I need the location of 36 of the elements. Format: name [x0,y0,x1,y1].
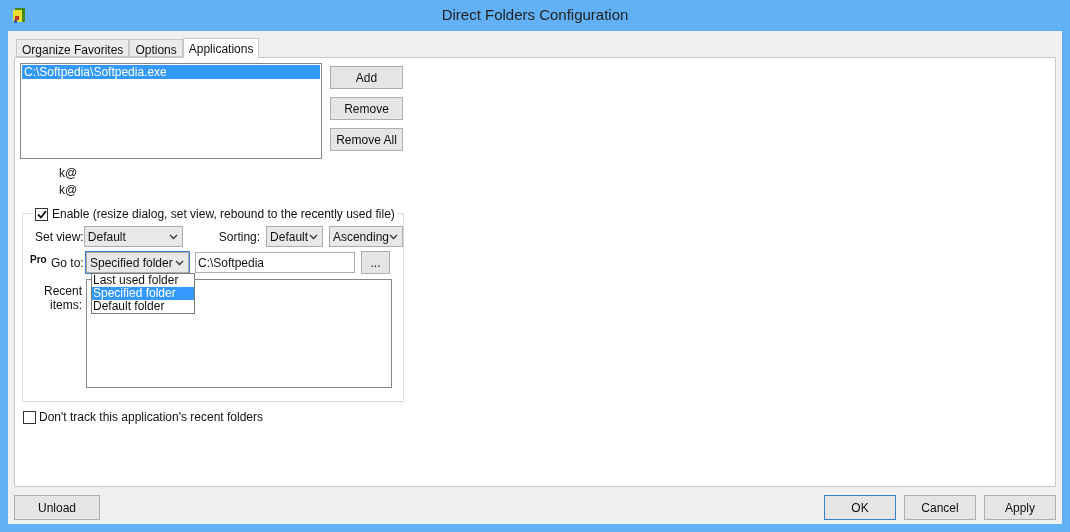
unload-button[interactable]: Unload [14,495,100,520]
tab[interactable]: Options [129,39,183,57]
enable-label: Enable (resize dialog, set view, rebound to the recently used file) [52,206,395,223]
chevron-down-icon [168,233,178,240]
order-dropdown[interactable]: Ascending [328,226,403,247]
go-to-dropdown[interactable]: Specified folder [86,252,189,273]
tab[interactable]: Applications [182,38,260,58]
recent-items-label: Recent items: [42,283,83,314]
chevron-down-icon [175,259,184,266]
checkbox[interactable] [35,207,48,221]
browse-button[interactable]: ... [361,251,390,274]
checkbox[interactable] [23,410,36,424]
dropdown-option[interactable]: Default folder [92,300,194,313]
dont-track-label: Don't track this application's recent folders [39,409,264,426]
set-view-label: Set view: [35,228,84,246]
app-icon [11,6,27,24]
checkmark-icon [36,209,47,219]
dropdown-option[interactable]: Last used folder [92,274,194,287]
sorting-label: Sorting: [218,228,261,246]
sorting-dropdown[interactable]: Default [266,226,323,247]
list-button[interactable]: Add [330,66,403,89]
dialog-button[interactable]: Apply [984,495,1056,520]
pro-label: Pro [30,253,48,267]
list-button[interactable]: Remove All [330,128,403,151]
hotkey-label: k@ [59,165,79,182]
go-to-label: Go to: [51,254,85,272]
tab[interactable]: Organize Favorites [16,39,130,57]
chevron-down-icon [308,233,318,240]
chevron-down-icon [389,233,398,240]
hotkey-label: k@ [59,182,79,199]
folder-path-field[interactable]: C:\Softpedia [195,252,355,273]
dialog-button[interactable]: Cancel [904,495,976,520]
dialog-button[interactable]: OK [824,495,896,520]
window-title: Direct Folders Configuration [441,5,629,26]
list-button[interactable]: Remove [330,97,403,120]
set-view-dropdown[interactable]: Default [83,226,183,247]
